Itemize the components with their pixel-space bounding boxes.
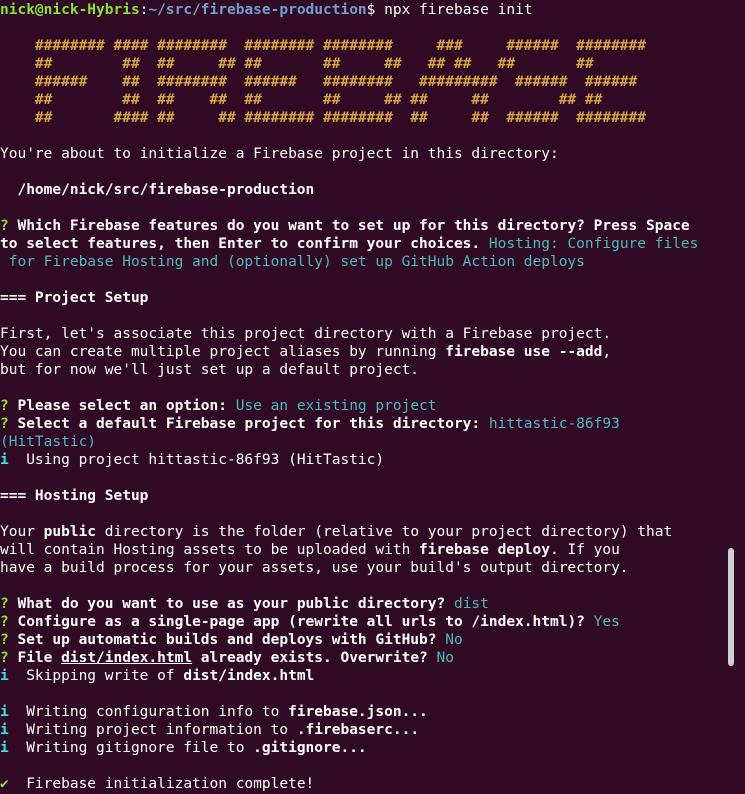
banner-line: ## #### ## ## ######## ######## ## ## ##… — [0, 110, 647, 126]
info-text-part: will contain Hosting assets to be upload… — [0, 542, 420, 558]
question-mark: ? — [0, 632, 18, 648]
scrollbar[interactable] — [725, 0, 737, 794]
question-text: Configure as a single-page app (rewrite … — [17, 614, 594, 630]
question-mark: ? — [0, 614, 18, 630]
section-heading: === Hosting Setup — [0, 488, 149, 504]
question-mark: ? — [0, 398, 18, 414]
question-text: already exists. Overwrite? — [192, 650, 437, 666]
file-name: firebase.json... — [288, 704, 428, 720]
banner-line: ## ## ## ## ## ## ## ## ## ## ## — [0, 56, 594, 72]
question-text: Please select an option: — [17, 398, 236, 414]
file-name: .gitignore... — [253, 740, 367, 756]
question-features: ? Which Firebase features do you want to… — [0, 217, 690, 235]
completion-text: Firebase initialization complete! — [8, 776, 315, 792]
question-answer: Use an existing project — [235, 398, 437, 414]
info-line: i Skipping write of dist/index.html — [0, 667, 314, 685]
banner-line: ###### ## ######## ###### ######## #####… — [0, 74, 638, 90]
question-github: ? Set up automatic builds and deploys wi… — [0, 631, 463, 649]
question-mark: ? — [0, 218, 18, 234]
question-answer: Yes — [593, 614, 620, 630]
question-answer-cont: for Firebase Hosting and (optionally) se… — [0, 254, 585, 270]
question-option: ? Please select an option: Use an existi… — [0, 397, 437, 415]
question-mark: ? — [0, 596, 18, 612]
file-name: dist/index.html — [61, 650, 193, 666]
prompt-command: npx firebase init — [384, 2, 533, 18]
file-name: dist/index.html — [183, 668, 315, 684]
info-icon: i — [0, 668, 9, 684]
info-text: have a build process for your assets, us… — [0, 560, 629, 576]
info-text: Using project hittastic-86f93 (HitTastic… — [8, 452, 385, 468]
keyword-highlight: public — [43, 524, 97, 540]
check-icon: ✔ — [0, 776, 9, 792]
question-text: What do you want to use as your public d… — [17, 596, 454, 612]
info-line: i Using project hittastic-86f93 (HitTast… — [0, 451, 384, 469]
question-overwrite: ? File dist/index.html already exists. O… — [0, 649, 454, 667]
info-text: Writing configuration info to — [8, 704, 289, 720]
info-text: Writing project information to — [8, 722, 297, 738]
info-line: i Writing configuration info to firebase… — [0, 703, 428, 721]
question-text: Set up automatic builds and deploys with… — [17, 632, 446, 648]
prompt-user-host: nick@nick-Hybris — [0, 2, 140, 18]
info-icon: i — [0, 722, 9, 738]
banner-line: ######## #### ######## ######## ########… — [0, 38, 647, 54]
section-heading: === Project Setup — [0, 290, 149, 306]
command-highlight: firebase use --add — [445, 344, 603, 360]
question-answer: Hosting: Configure files — [488, 236, 699, 252]
question-answer: No — [445, 632, 463, 648]
info-text-part: directory is the folder (relative to you… — [96, 524, 673, 540]
question-text: Which Firebase features do you want to s… — [17, 218, 690, 234]
info-text: You can create multiple project aliases … — [0, 343, 611, 361]
directory-path: /home/nick/src/firebase-production — [0, 182, 315, 198]
terminal-output[interactable]: nick@nick-Hybris:~/src/firebase-producti… — [0, 0, 725, 794]
question-public-dir: ? What do you want to use as your public… — [0, 595, 489, 613]
question-answer: hittastic-86f93 — [488, 416, 620, 432]
question-text: Select a default Firebase project for th… — [17, 416, 489, 432]
info-text: will contain Hosting assets to be upload… — [0, 541, 620, 559]
info-text: but for now we'll just set up a default … — [0, 362, 420, 378]
info-text: Writing gitignore file to — [8, 740, 254, 756]
question-text: to select features, then Enter to confir… — [0, 236, 489, 252]
info-text-part: You can create multiple project aliases … — [0, 344, 446, 360]
question-answer-cont: (HitTastic) — [0, 434, 97, 450]
banner-line: ## ## ## ## ## ## ## ## ## ## ## — [0, 92, 603, 108]
question-mark: ? — [0, 416, 18, 432]
info-text: First, let's associate this project dire… — [0, 326, 612, 342]
intro-text: You're about to initialize a Firebase pr… — [0, 146, 559, 162]
question-answer: No — [436, 650, 454, 666]
scrollbar-thumb[interactable] — [728, 548, 734, 666]
info-icon: i — [0, 704, 9, 720]
question-project: ? Select a default Firebase project for … — [0, 415, 620, 433]
completion-line: ✔ Firebase initialization complete! — [0, 775, 314, 793]
info-text-part: , — [602, 344, 612, 360]
command-highlight: firebase deploy — [419, 542, 550, 558]
question-text: File — [17, 650, 62, 666]
question-features-cont: to select features, then Enter to confir… — [0, 235, 698, 253]
info-text: Skipping write of — [8, 668, 184, 684]
prompt-line: nick@nick-Hybris:~/src/firebase-producti… — [0, 1, 533, 19]
info-icon: i — [0, 452, 9, 468]
question-answer: dist — [453, 596, 489, 612]
info-line: i Writing project information to .fireba… — [0, 721, 419, 739]
info-text: Your public directory is the folder (rel… — [0, 523, 672, 541]
file-name: .firebaserc... — [296, 722, 420, 738]
prompt-path: ~/src/firebase-production — [148, 2, 367, 18]
info-line: i Writing gitignore file to .gitignore..… — [0, 739, 367, 757]
info-text-part: . If you — [549, 542, 620, 558]
prompt-symbol: $ — [366, 2, 385, 18]
info-text-part: Your — [0, 524, 44, 540]
question-spa: ? Configure as a single-page app (rewrit… — [0, 613, 620, 631]
info-icon: i — [0, 740, 9, 756]
question-mark: ? — [0, 650, 18, 666]
